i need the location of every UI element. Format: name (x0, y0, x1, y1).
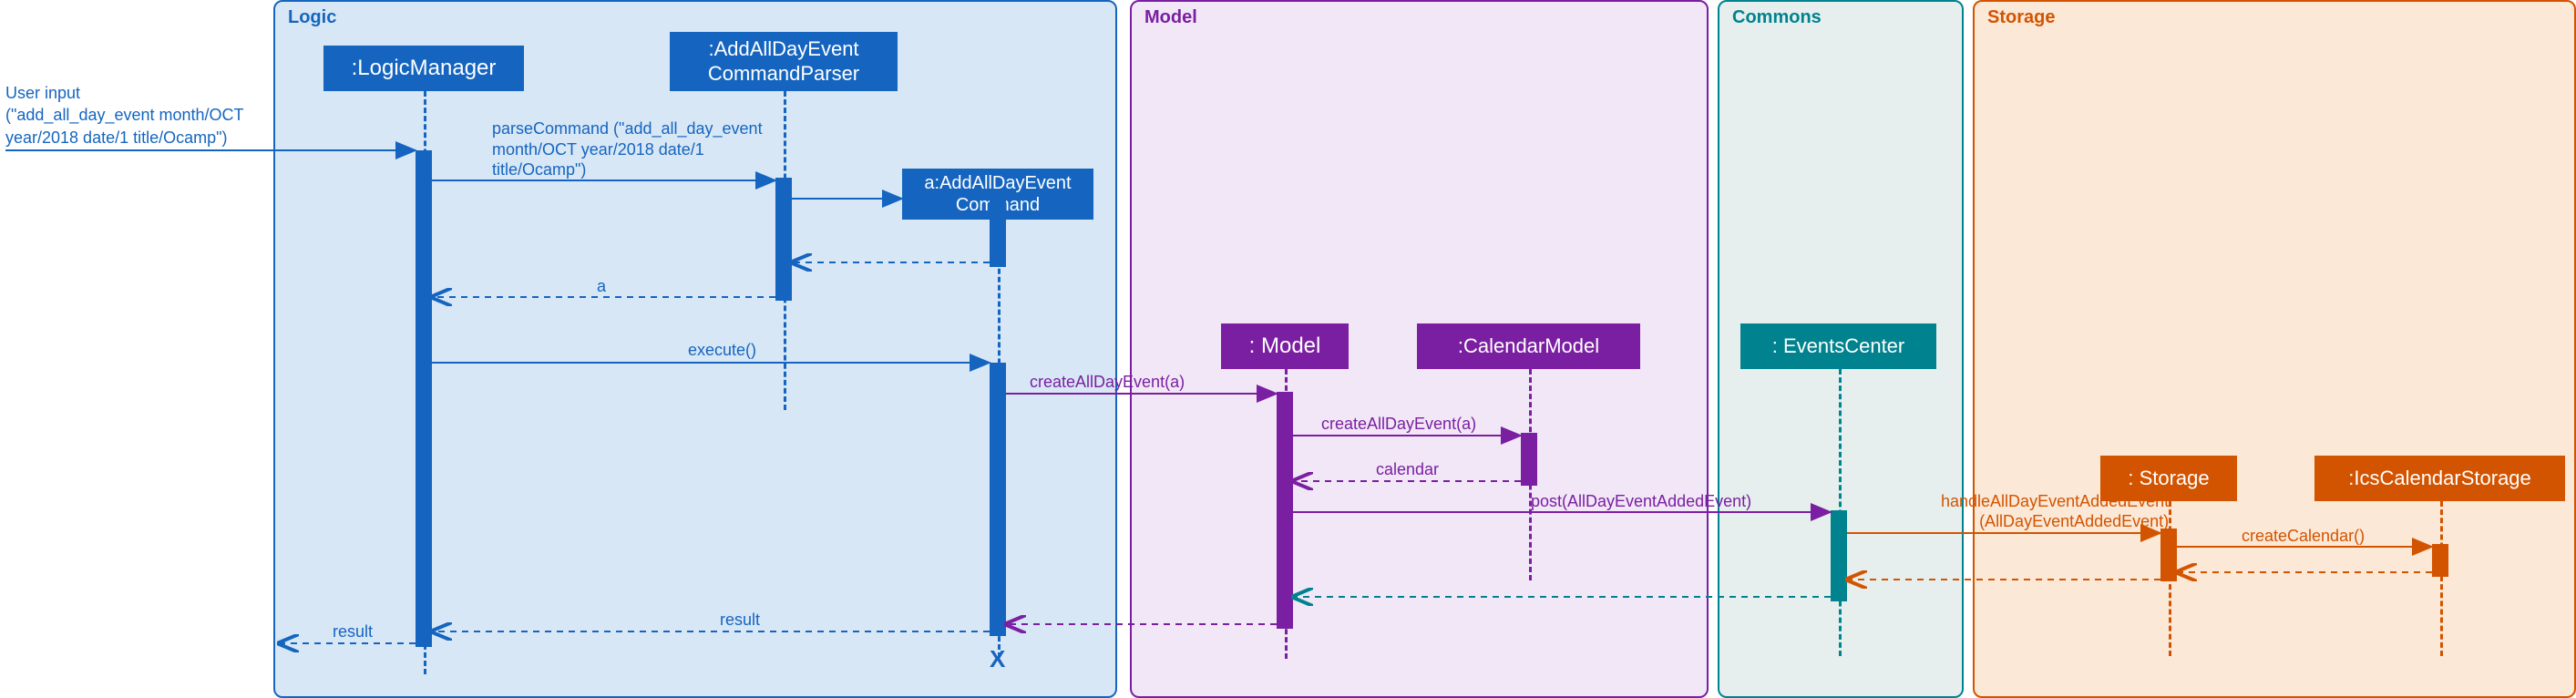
msg-createallday-a2: createAllDayEvent(a) (1321, 415, 1476, 434)
obj-ics-storage: :IcsCalendarStorage (2314, 456, 2565, 501)
msg-handle: handleAllDayEventAddedEvent (AllDayEvent… (1941, 492, 2169, 531)
act-storage (2160, 529, 2177, 581)
msg-parsecommand: parseCommand ("add_all_day_event month/O… (492, 118, 763, 180)
region-storage: Storage (1973, 0, 2576, 698)
region-storage-label: Storage (1987, 7, 2055, 28)
region-commons-label: Commons (1732, 7, 1822, 28)
obj-events-center: : EventsCenter (1740, 323, 1936, 369)
msg-result-inner: result (720, 611, 760, 630)
act-cmd-exec (990, 363, 1006, 636)
msg-return-a: a (597, 277, 606, 296)
act-calmodel (1521, 433, 1537, 486)
act-model (1277, 392, 1293, 629)
obj-logic-manager: :LogicManager (323, 46, 524, 91)
act-logicmanager (416, 150, 432, 647)
obj-calendar-model: :CalendarModel (1417, 323, 1640, 369)
obj-addallday-parser: :AddAllDayEvent CommandParser (670, 32, 898, 91)
msg-post: post(AllDayEventAddedEvent) (1531, 492, 1751, 511)
note-user-input: User input ("add_all_day_event month/OCT… (5, 82, 244, 149)
act-parser (775, 178, 792, 301)
region-model-label: Model (1144, 7, 1197, 28)
msg-createcalendar: createCalendar() (2242, 527, 2365, 546)
msg-execute: execute() (688, 341, 756, 360)
act-cmd-create (990, 196, 1006, 267)
lifeline-ics (2440, 501, 2443, 656)
msg-createallday-a: createAllDayEvent(a) (1030, 373, 1185, 392)
msg-calendar: calendar (1376, 460, 1439, 479)
act-ics (2432, 544, 2448, 577)
act-eventscenter (1831, 510, 1847, 601)
x-cmd-destroy: X (990, 645, 1005, 673)
region-logic-label: Logic (288, 7, 336, 28)
obj-model: : Model (1221, 323, 1349, 369)
msg-result-outer: result (333, 622, 373, 642)
